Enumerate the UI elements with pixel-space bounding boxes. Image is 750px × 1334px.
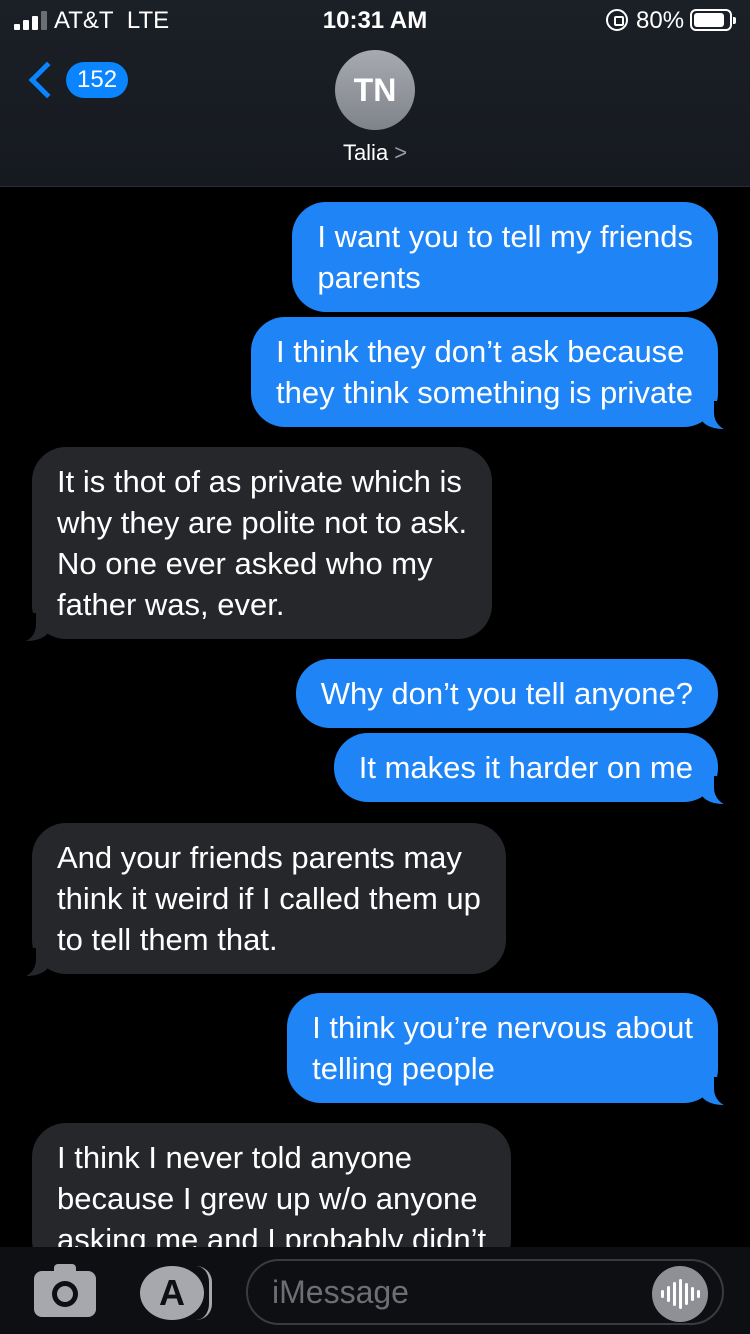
message-text: asking me and I probably didn’t xyxy=(57,1222,487,1247)
message-text: because I grew up w/o anyone xyxy=(57,1181,478,1216)
message-bubble-outgoing[interactable]: I think you’re nervous about telling peo… xyxy=(287,993,740,1107)
message-bubble-outgoing[interactable]: Why don’t you tell anyone? xyxy=(295,659,718,728)
back-button[interactable]: 152 xyxy=(22,58,129,102)
bubble-tail xyxy=(10,948,50,978)
message-text: telling people xyxy=(312,1051,495,1086)
chevron-right-icon: > xyxy=(394,140,408,165)
audio-message-icon[interactable] xyxy=(652,1266,708,1322)
app-store-icon[interactable]: A xyxy=(140,1266,204,1320)
contact-name: Talia xyxy=(342,140,389,165)
bubble-tail xyxy=(700,1077,740,1107)
battery-icon xyxy=(690,9,736,31)
message-text: to tell them that. xyxy=(57,922,278,957)
message-text: I want you to tell my friends xyxy=(317,219,693,254)
message-bubble-incoming[interactable]: And your friends parents may think it we… xyxy=(10,823,506,978)
message-text: I think I never told anyone xyxy=(57,1140,413,1175)
message-thread[interactable]: I want you to tell my friends parents I … xyxy=(0,187,750,1247)
contact-name-button[interactable]: Talia > xyxy=(0,140,750,166)
app-drawer-edge xyxy=(196,1266,212,1320)
message-bubble-incoming[interactable]: I think I never told anyone because I gr… xyxy=(32,1123,512,1247)
message-text: why they are polite not to ask. xyxy=(57,505,468,540)
message-bubble-incoming[interactable]: It is thot of as private which is why th… xyxy=(10,447,493,643)
imessage-placeholder: iMessage xyxy=(272,1274,409,1310)
message-text: I think they don’t ask because xyxy=(276,334,685,369)
message-text: And your friends parents may xyxy=(57,840,462,875)
message-text: I think you’re nervous about xyxy=(312,1010,693,1045)
message-bubble-outgoing[interactable]: It makes it harder on me xyxy=(333,733,740,806)
battery-percentage: 80% xyxy=(636,7,685,34)
bubble-tail xyxy=(10,613,50,643)
message-text: think it weird if I called them up xyxy=(57,881,481,916)
message-bubble-outgoing[interactable]: I think they don’t ask because they thin… xyxy=(251,317,740,431)
message-text: It makes it harder on me xyxy=(358,750,693,785)
message-input-bar: A iMessage xyxy=(0,1247,750,1334)
message-text: No one ever asked who my xyxy=(57,546,433,581)
message-text: Why don’t you tell anyone? xyxy=(320,676,693,711)
camera-icon[interactable] xyxy=(34,1264,96,1317)
message-text: they think something is private xyxy=(276,375,693,410)
message-text: parents xyxy=(317,260,421,295)
contact-avatar[interactable]: TN xyxy=(335,50,415,130)
bubble-tail xyxy=(700,776,740,806)
orientation-lock-icon xyxy=(606,9,628,31)
message-bubble-outgoing[interactable]: I want you to tell my friends parents xyxy=(292,202,718,312)
status-bar: AT&T LTE 10:31 AM 80% xyxy=(0,0,750,42)
unread-count-badge: 152 xyxy=(66,62,129,98)
chevron-left-icon xyxy=(28,61,66,99)
conversation-header: AT&T LTE 10:31 AM 80% 152 TN Talia > xyxy=(0,0,750,187)
message-text: It is thot of as private which is xyxy=(57,464,462,499)
bubble-tail xyxy=(700,401,740,431)
message-text: father was, ever. xyxy=(57,587,285,622)
